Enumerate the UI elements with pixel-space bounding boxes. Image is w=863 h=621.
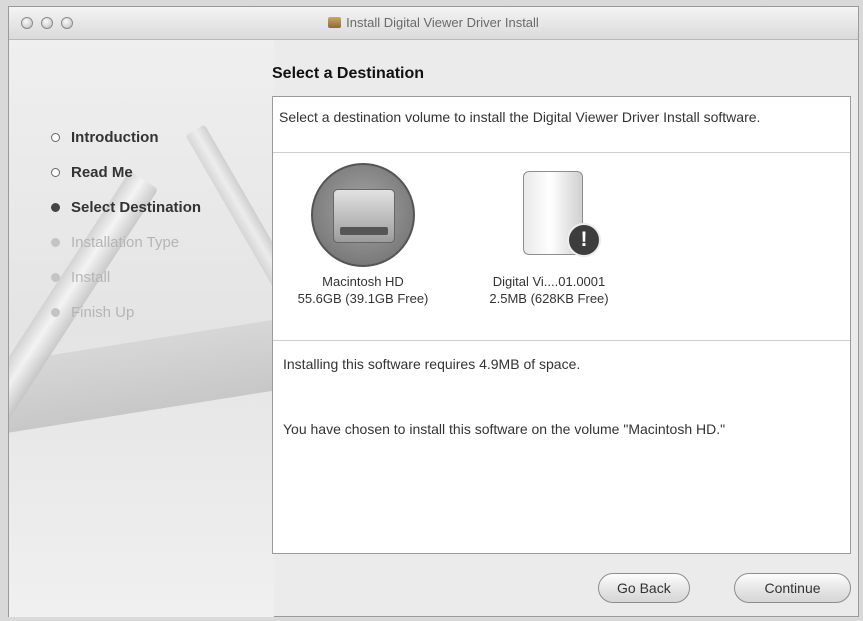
volume-macintosh-hd[interactable]: Macintosh HD 55.6GB (39.1GB Free) bbox=[273, 163, 453, 307]
step-label: Select Destination bbox=[71, 199, 202, 216]
step-select-destination: Select Destination bbox=[49, 199, 201, 234]
installer-steps: Introduction Read Me Select Destination … bbox=[49, 129, 201, 339]
step-bullet-icon bbox=[51, 203, 60, 212]
continue-button[interactable]: Continue bbox=[734, 573, 851, 603]
step-bullet-icon bbox=[51, 168, 60, 177]
volume-size: 55.6GB (39.1GB Free) bbox=[297, 291, 429, 306]
step-label: Introduction bbox=[71, 129, 159, 146]
divider bbox=[273, 340, 850, 341]
step-bullet-icon bbox=[51, 238, 60, 247]
step-read-me: Read Me bbox=[49, 164, 201, 199]
step-label: Install bbox=[71, 269, 111, 286]
package-icon bbox=[328, 17, 342, 28]
step-install: Install bbox=[49, 269, 201, 304]
step-label: Finish Up bbox=[71, 304, 135, 321]
volume-name: Digital Vi....01.0001 bbox=[492, 274, 606, 289]
step-bullet-icon bbox=[51, 133, 60, 142]
page-title: Select a Destination bbox=[272, 65, 425, 82]
hard-drive-icon[interactable] bbox=[311, 163, 415, 267]
volume-digital-viewer[interactable]: ! Digital Vi....01.0001 2.5MB (628KB Fre… bbox=[459, 163, 639, 307]
step-introduction: Introduction bbox=[49, 129, 201, 164]
divider bbox=[273, 152, 850, 153]
volume-size: 2.5MB (628KB Free) bbox=[489, 291, 609, 306]
step-installation-type: Installation Type bbox=[49, 234, 201, 269]
selected-volume-text: You have chosen to install this software… bbox=[283, 421, 726, 437]
installer-window: Install Digital Viewer Driver Install In… bbox=[8, 6, 859, 617]
go-back-button[interactable]: Go Back bbox=[598, 573, 690, 603]
destination-description: Select a destination volume to install t… bbox=[279, 109, 761, 125]
window-title: Install Digital Viewer Driver Install bbox=[9, 15, 858, 30]
step-finish-up: Finish Up bbox=[49, 304, 201, 339]
window-title-text: Install Digital Viewer Driver Install bbox=[346, 15, 539, 30]
disk-warning-icon[interactable]: ! bbox=[497, 163, 601, 267]
step-bullet-icon bbox=[51, 308, 60, 317]
step-label: Read Me bbox=[71, 164, 133, 181]
destination-panel: Select a destination volume to install t… bbox=[272, 96, 851, 554]
step-bullet-icon bbox=[51, 273, 60, 282]
volume-name: Macintosh HD bbox=[322, 274, 404, 289]
title-bar: Install Digital Viewer Driver Install bbox=[9, 7, 858, 40]
space-requirement-text: Installing this software requires 4.9MB … bbox=[283, 356, 581, 372]
step-label: Installation Type bbox=[71, 234, 180, 251]
